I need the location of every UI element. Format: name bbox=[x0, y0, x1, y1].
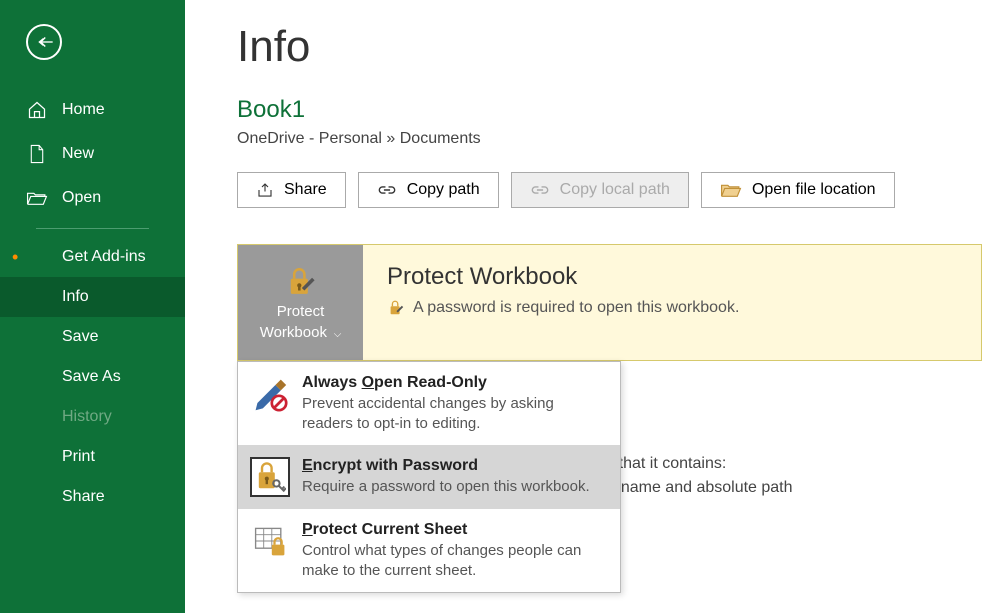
link-icon bbox=[530, 183, 550, 197]
button-label: Copy local path bbox=[560, 181, 670, 199]
button-label: Open file location bbox=[752, 181, 876, 199]
sidebar-label: History bbox=[62, 408, 112, 426]
main-content: Info Book1 OneDrive - Personal » Documen… bbox=[185, 0, 1002, 613]
breadcrumb: OneDrive - Personal » Documents bbox=[237, 130, 970, 148]
backstage-sidebar: Home New Open Get Add-ins Info Save Save… bbox=[0, 0, 185, 613]
sidebar-divider bbox=[36, 228, 149, 229]
sidebar-item-new[interactable]: New bbox=[0, 132, 185, 176]
share-icon bbox=[256, 181, 274, 199]
button-label: Copy path bbox=[407, 181, 480, 199]
sidebar-item-home[interactable]: Home bbox=[0, 88, 185, 132]
sidebar-item-history: History bbox=[0, 397, 185, 437]
chevron-down-icon: ⌵ bbox=[331, 329, 341, 340]
protect-section: Protect Workbook ⌵ Protect Workbook A pa… bbox=[237, 244, 970, 361]
open-folder-icon bbox=[26, 189, 48, 207]
dd-desc: Prevent accidental changes by asking rea… bbox=[302, 394, 608, 433]
pencil-no-icon bbox=[250, 374, 290, 414]
protect-dropdown: Always Open Read-Only Prevent accidental… bbox=[237, 361, 621, 593]
sidebar-item-save[interactable]: Save bbox=[0, 317, 185, 357]
sidebar-label: Save As bbox=[62, 368, 121, 386]
copy-path-button[interactable]: Copy path bbox=[358, 172, 499, 208]
protect-workbook-card: Protect Workbook ⌵ Protect Workbook A pa… bbox=[237, 244, 982, 361]
sidebar-label: Share bbox=[62, 488, 105, 506]
lock-small-icon bbox=[387, 299, 405, 317]
sidebar-label: Open bbox=[62, 189, 101, 207]
dropdown-item-open-readonly[interactable]: Always Open Read-Only Prevent accidental… bbox=[238, 362, 620, 445]
dd-title: Always Open Read-Only bbox=[302, 374, 608, 392]
sidebar-item-open[interactable]: Open bbox=[0, 176, 185, 220]
sidebar-label: Home bbox=[62, 101, 105, 119]
sidebar-item-print[interactable]: Print bbox=[0, 437, 185, 477]
dd-desc: Require a password to open this workbook… bbox=[302, 477, 590, 497]
back-button[interactable] bbox=[26, 24, 62, 60]
partially-hidden-text: re that it contains: r's name and absolu… bbox=[600, 452, 793, 500]
sidebar-label: Info bbox=[62, 288, 89, 306]
dropdown-item-protect-sheet[interactable]: Protect Current Sheet Control what types… bbox=[238, 509, 620, 592]
button-label: Share bbox=[284, 181, 327, 199]
sidebar-item-save-as[interactable]: Save As bbox=[0, 357, 185, 397]
protect-text-area: Protect Workbook A password is required … bbox=[363, 245, 763, 360]
copy-local-path-button: Copy local path bbox=[511, 172, 689, 208]
sidebar-item-get-addins[interactable]: Get Add-ins bbox=[0, 237, 185, 277]
document-title: Book1 bbox=[237, 96, 970, 124]
dd-title: Encrypt with Password bbox=[302, 457, 590, 475]
page-title: Info bbox=[237, 22, 970, 72]
dd-title: Protect Current Sheet bbox=[302, 521, 608, 539]
dropdown-item-encrypt-password[interactable]: Encrypt with Password Require a password… bbox=[238, 445, 620, 509]
folder-open-icon bbox=[720, 182, 742, 198]
sidebar-label: New bbox=[62, 145, 94, 163]
action-row: Share Copy path Copy local path Open fil… bbox=[237, 172, 970, 208]
lock-key-icon bbox=[284, 265, 318, 299]
protect-workbook-button[interactable]: Protect Workbook ⌵ bbox=[238, 245, 363, 360]
dd-desc: Control what types of changes people can… bbox=[302, 541, 608, 580]
protect-status-text: A password is required to open this work… bbox=[413, 299, 739, 317]
new-file-icon bbox=[26, 144, 48, 164]
link-icon bbox=[377, 183, 397, 197]
protect-heading: Protect Workbook bbox=[387, 263, 739, 291]
sidebar-item-share[interactable]: Share bbox=[0, 477, 185, 517]
share-button[interactable]: Share bbox=[237, 172, 346, 208]
open-file-location-button[interactable]: Open file location bbox=[701, 172, 895, 208]
back-arrow-stem-icon bbox=[38, 36, 54, 48]
sidebar-label: Get Add-ins bbox=[62, 248, 146, 266]
sidebar-label: Print bbox=[62, 448, 95, 466]
sidebar-label: Save bbox=[62, 328, 98, 346]
home-icon bbox=[26, 100, 48, 120]
sidebar-item-info[interactable]: Info bbox=[0, 277, 185, 317]
lock-key-icon bbox=[250, 457, 290, 497]
protect-btn-label-1: Protect bbox=[277, 303, 325, 320]
sheet-lock-icon bbox=[250, 521, 290, 561]
protect-btn-label-2: Workbook bbox=[260, 324, 327, 341]
